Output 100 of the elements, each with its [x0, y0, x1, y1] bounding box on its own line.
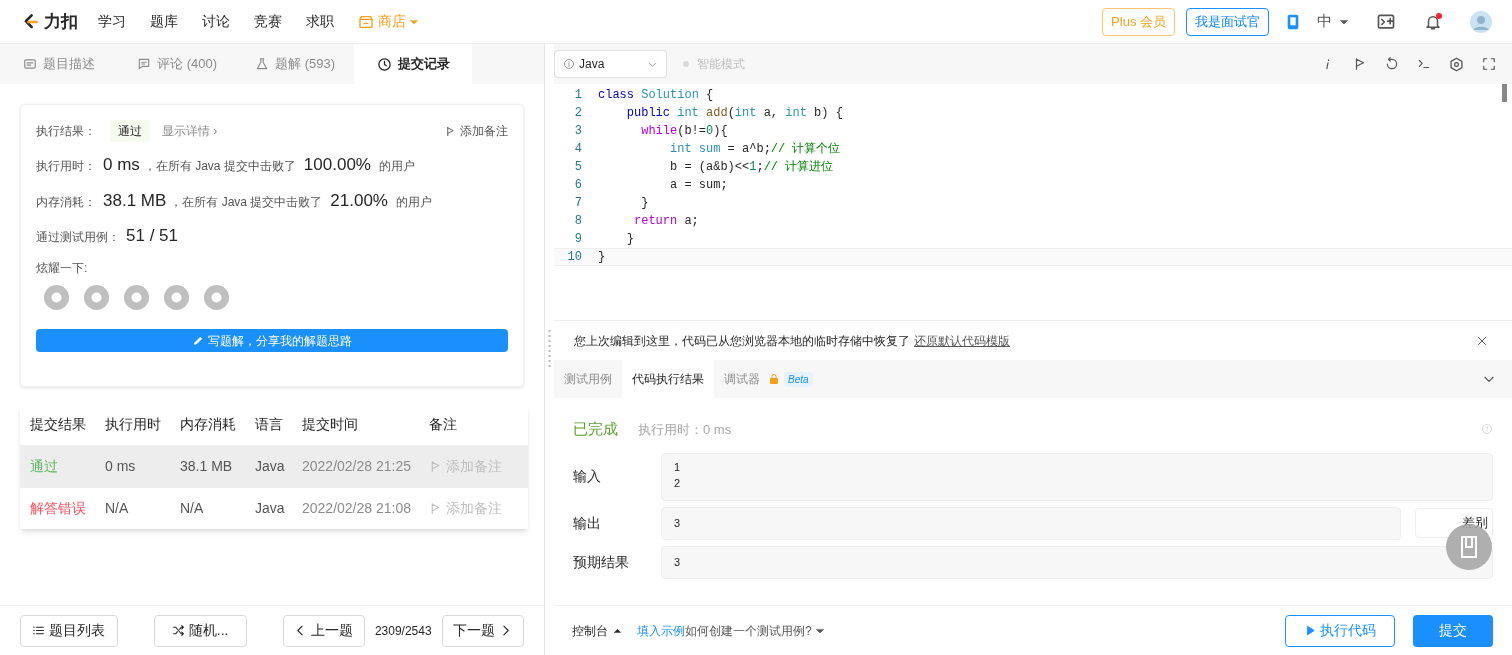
- code-line: class Solution {: [597, 87, 714, 104]
- code-line: int sum = a^b;// 计算个位: [669, 141, 841, 158]
- field-label: 输出: [573, 513, 602, 533]
- stat-percent: 100.00%: [303, 154, 371, 176]
- store-icon: [358, 13, 374, 30]
- code-line: a = sum;: [669, 177, 728, 194]
- caret-icon: [1340, 17, 1348, 26]
- shuffle-icon: [171, 624, 185, 637]
- logo-text[interactable]: 力扣: [44, 8, 78, 35]
- console-toggle[interactable]: 控制台: [572, 621, 621, 640]
- flag-icon: [445, 125, 456, 137]
- console-icon: [1417, 57, 1431, 71]
- line-number: 3: [573, 123, 583, 140]
- line-number: 8: [573, 213, 583, 230]
- line-number: 6: [573, 177, 583, 194]
- code-line: }: [625, 231, 634, 248]
- list-icon: [32, 624, 46, 637]
- add-note-button[interactable]: 添加备注: [445, 122, 508, 140]
- progress-counter: 2309/2543: [374, 622, 432, 640]
- status-badge: 通过: [110, 120, 150, 142]
- nav-link[interactable]: 求职: [306, 11, 334, 32]
- test-case-help-dropdown[interactable]: 如何创建一个测试用例?: [685, 621, 824, 640]
- line-number: 2: [573, 105, 583, 122]
- result-field: 3: [661, 545, 1493, 579]
- code-line: b = (a&b)<<1;// 计算进位: [669, 159, 834, 176]
- smart-mode-indicator[interactable]: [683, 61, 689, 67]
- table-cell-text: N/A: [180, 499, 205, 518]
- stat-label: 内存消耗：: [36, 193, 97, 211]
- line-number: 10: [566, 249, 583, 266]
- table-cell-text: Java: [255, 499, 286, 518]
- field-label: 预期结果: [573, 552, 630, 572]
- pencil-icon: [192, 335, 204, 346]
- line-number: 4: [573, 141, 583, 158]
- table-cell-text: 2022/02/28 21:08: [302, 499, 412, 518]
- language-dropdown[interactable]: 中: [1317, 10, 1348, 33]
- column-header: 备注: [429, 415, 458, 434]
- code-line: return a;: [633, 213, 699, 230]
- play-icon: [1304, 625, 1316, 636]
- stat-text: ，在所有 Java 提交中击败了: [143, 158, 296, 175]
- problem-list-button[interactable]: 题目列表: [20, 614, 118, 647]
- panel-tab[interactable]: 提交记录: [354, 44, 472, 84]
- close-icon: [1476, 334, 1488, 347]
- language-select[interactable]: Java: [554, 50, 667, 78]
- console-tab[interactable]: 代码执行结果: [622, 360, 714, 398]
- help-icon: [1481, 423, 1493, 436]
- caret-icon: [410, 17, 418, 26]
- stat-percent: 21.00%: [330, 189, 388, 212]
- details-link[interactable]: 显示详情 ›: [162, 122, 218, 140]
- stat-value: 0 ms: [103, 154, 140, 176]
- submission-row[interactable]: 解答错误 N/A N/A Java 2022/02/28 21:08 添加备注: [20, 487, 528, 529]
- table-cell-text: 38.1 MB: [180, 457, 234, 476]
- nav-link[interactable]: 竞赛: [254, 11, 282, 32]
- flag-icon: [1353, 57, 1367, 71]
- interviewer-button[interactable]: 我是面试官: [1186, 7, 1269, 36]
- settings-icon: [1449, 56, 1464, 72]
- table-cell-text: 2022/02/28 21:25: [302, 457, 412, 476]
- stat-label: 执行用时：: [36, 158, 97, 175]
- drag-handle-icon[interactable]: [548, 329, 551, 370]
- restore-template-link[interactable]: 还原默认代码模版: [914, 331, 1010, 350]
- table-cell-text: Java: [255, 457, 286, 476]
- result-cell[interactable]: 解答错误: [30, 498, 105, 519]
- share-label: 炫耀一下:: [36, 259, 89, 277]
- stat-text: ，在所有 Java 提交中击败了: [170, 193, 323, 211]
- result-field: 3: [661, 506, 1401, 540]
- stat-value: 38.1 MB: [103, 189, 167, 212]
- document-icon: [23, 57, 37, 71]
- nav-link[interactable]: 讨论: [202, 11, 230, 32]
- line-number: 5: [573, 159, 583, 176]
- column-header: 提交结果: [30, 415, 87, 434]
- flag-icon: [429, 502, 442, 515]
- stat-suffix: 的用户: [379, 158, 415, 175]
- nav-link[interactable]: 题库: [150, 11, 178, 32]
- info-icon: [563, 58, 575, 70]
- run-status: 已完成: [573, 419, 618, 439]
- random-button[interactable]: 随机...: [153, 614, 247, 647]
- lock-icon: [768, 373, 780, 385]
- field-label: 输入: [573, 467, 602, 486]
- tests-value: 51 / 51: [126, 225, 178, 247]
- code-line: }: [640, 195, 649, 212]
- next-button[interactable]: 下一题: [441, 614, 524, 647]
- caret-up-icon: [614, 627, 621, 634]
- run-time: 执行用时：0 ms: [638, 420, 732, 439]
- code-line: }: [597, 249, 606, 266]
- clock-icon: [376, 56, 392, 72]
- flag-icon: [429, 460, 442, 473]
- column-header: 提交时间: [302, 415, 359, 434]
- table-cell-text: 0 ms: [105, 457, 137, 476]
- tablet-icon: [1285, 12, 1301, 31]
- avatar[interactable]: [1470, 10, 1492, 33]
- line-number: 1: [573, 87, 583, 104]
- result-label: 执行结果：: [36, 123, 97, 140]
- result-field: 1 2: [661, 452, 1493, 501]
- line-number: 7: [573, 195, 583, 212]
- table-cell-text: N/A: [105, 499, 130, 518]
- column-header: 内存消耗: [180, 415, 237, 434]
- scrollbar-thumb[interactable]: [1502, 84, 1507, 102]
- comment-icon: [137, 57, 151, 71]
- previous-button[interactable]: 上一题: [282, 614, 365, 647]
- nav-link[interactable]: 学习: [98, 11, 126, 32]
- code-line: public int add(int a, int b) {: [625, 105, 843, 122]
